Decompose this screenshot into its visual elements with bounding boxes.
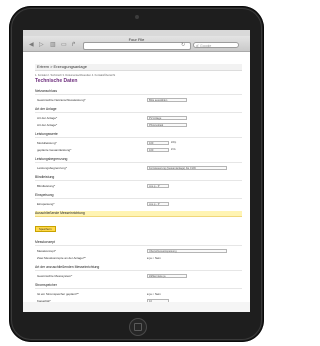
- select-field[interactable]: Überschusseinspeisung: [147, 248, 227, 253]
- text-input[interactable]: 100: [147, 147, 169, 152]
- save-button[interactable]: Speichern: [35, 226, 56, 232]
- form-row: Modulleistung* 100 kWp: [35, 140, 242, 145]
- search-input[interactable]: ☌ Google: [193, 42, 239, 48]
- select-field[interactable]: cos φ - P: [147, 201, 169, 206]
- section-heading: Netzanschluss: [35, 89, 242, 95]
- form-row: Leistungsbegrenzung* Fernsteuerung (Gesam…: [35, 165, 242, 170]
- share-icon[interactable]: ↱: [71, 42, 76, 49]
- section-heading: Leistungsbegrenzung: [35, 157, 242, 163]
- field-label: Leistungsbegrenzung*: [37, 165, 67, 170]
- field-label: Gewünschte Netzanschlussleistung*: [37, 97, 86, 102]
- select-field[interactable]: Zählermiete ja: [147, 273, 187, 278]
- page-band: Ertrem > Erzeugungsanlage: [35, 64, 242, 71]
- browser-toolbar: Four File ◀ ▷ ▥ ▭ ↱ ↻ ☌ Google: [23, 36, 250, 52]
- form-row: Ist ein Stromspeicher geplant?* ● ja ○ N…: [35, 291, 242, 296]
- radio-yes[interactable]: ● ja: [147, 256, 152, 260]
- form-page: Ertrem > Erzeugungsanlage 1. Kontakt 2. …: [23, 52, 250, 310]
- back-icon[interactable]: ◀: [29, 42, 34, 49]
- select-field[interactable]: Photovoltaik: [147, 122, 187, 127]
- breadcrumb: 1. Kontakt 2. Technisch 3. Dokumente/Abs…: [35, 74, 116, 77]
- storage-heading: Stromspeicher: [35, 283, 242, 289]
- form-row: Zwei Messkonzepte an der Anlage?* ● ja ○…: [35, 255, 242, 260]
- page-title: Technische Daten: [35, 78, 78, 84]
- field-label: Einspeisung*: [37, 201, 55, 206]
- form-row: Gewünschte Messsystem* Zählermiete ja: [35, 273, 242, 278]
- highlight-section-heading: Ausschließende Messeinrichtung: [35, 211, 242, 217]
- field-label: Messkonzept*: [37, 248, 56, 253]
- unit-label: kWp: [171, 141, 177, 144]
- form-row: geplante Gesamtleistung* 100 kVA: [35, 147, 242, 152]
- form-row: Blindleistung* cos φ - P: [35, 183, 242, 188]
- field-label: Ist ein Stromspeicher geplant?*: [37, 291, 79, 296]
- home-icon: [133, 323, 142, 331]
- field-label: Modulleistung*: [37, 140, 57, 145]
- section-heading: Einspeisung: [35, 193, 242, 199]
- additional-heading: Art der anzuschließenden Messeinrichtung: [35, 265, 242, 271]
- field-label: Art der Anlage*: [37, 122, 58, 127]
- form-row: Messkonzept* Überschusseinspeisung: [35, 248, 242, 253]
- forward-icon[interactable]: ▷: [39, 42, 44, 49]
- reload-icon[interactable]: ↻: [181, 42, 185, 49]
- select-field[interactable]: PV-Anlage: [147, 115, 187, 120]
- search-icon: ☌: [196, 43, 199, 48]
- select-field[interactable]: Bitte auswählen: [147, 97, 187, 102]
- camera-icon: [134, 15, 139, 19]
- home-button[interactable]: [128, 318, 147, 336]
- section-heading: Blindleistung: [35, 175, 242, 181]
- field-label: Gewünschte Messsystem*: [37, 273, 73, 278]
- tabs-icon[interactable]: ▭: [61, 42, 67, 49]
- select-field[interactable]: cos φ - P: [147, 183, 169, 188]
- text-input[interactable]: 100: [147, 140, 169, 145]
- field-label: Blindleistung*: [37, 183, 56, 188]
- bottom-bar: [23, 302, 250, 312]
- form-row: Art der Anlage* PV-Anlage: [35, 115, 242, 120]
- radio-yes[interactable]: ● ja: [147, 292, 152, 296]
- messkonzept-heading: Messkonzept: [35, 240, 242, 246]
- select-field[interactable]: Fernsteuerung (Gesamtanlage) bis 0 kW: [147, 165, 227, 170]
- address-bar[interactable]: [83, 42, 191, 50]
- radio-no[interactable]: ○ Nein: [153, 292, 161, 296]
- radio-no[interactable]: ○ Nein: [153, 256, 161, 260]
- section-heading: Art der Anlage: [35, 107, 242, 113]
- field-label: Zwei Messkonzepte an der Anlage?*: [37, 255, 86, 260]
- field-label: geplante Gesamtleistung*: [37, 147, 72, 152]
- form-row: Gewünschte Netzanschlussleistung* Bitte a…: [35, 97, 242, 102]
- form-row: Art der Anlage* Photovoltaik: [35, 122, 242, 127]
- field-label: Art der Anlage*: [37, 115, 58, 120]
- bookmarks-icon[interactable]: ▥: [50, 42, 56, 49]
- unit-label: kVA: [171, 148, 176, 151]
- screen: Four File ◀ ▷ ▥ ▭ ↱ ↻ ☌ Google Ertrem > E…: [23, 30, 250, 312]
- form-row: Einspeisung* cos φ - P: [35, 201, 242, 206]
- section-heading: Leistungswerte: [35, 132, 242, 138]
